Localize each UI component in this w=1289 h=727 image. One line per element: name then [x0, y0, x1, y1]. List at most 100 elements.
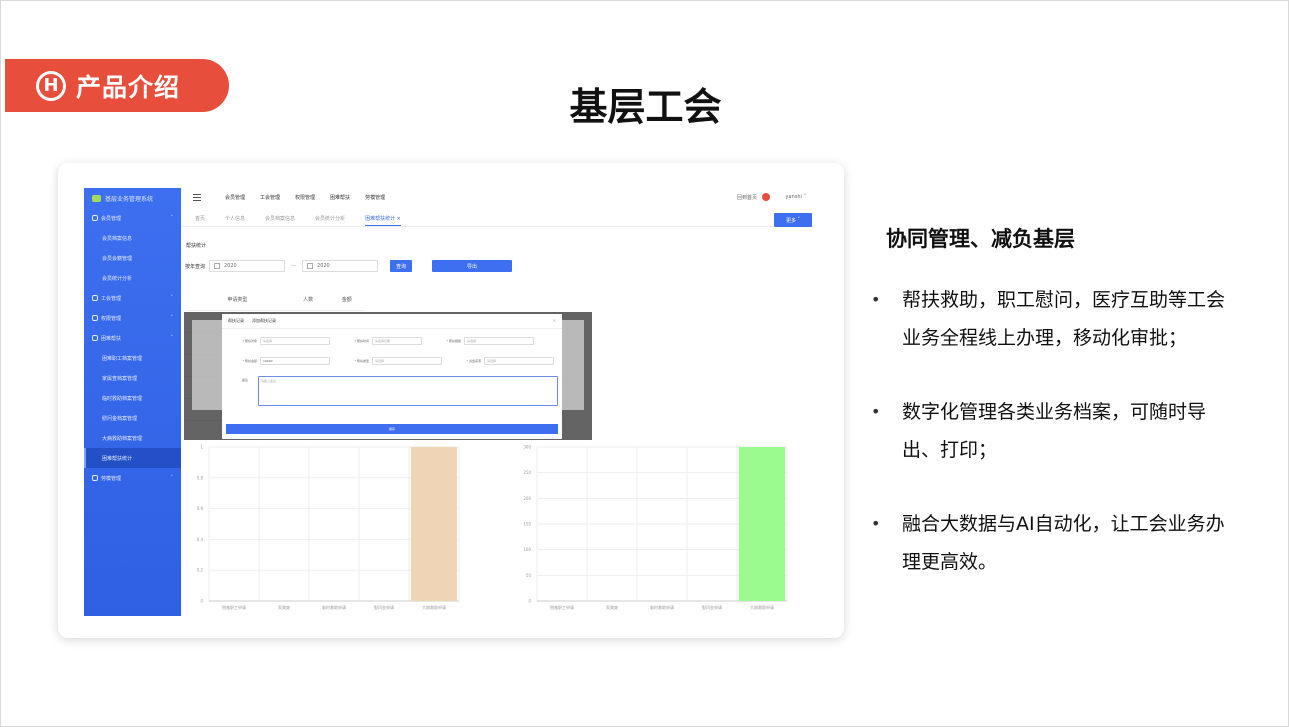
sidebar-menu: 会员管理 ˄ 会员档案信息 会员会籍管理 会员统计分析 工会管理 ˅ 权限管理 ˅ 困难帮扶 ˄ 困难…	[84, 208, 181, 488]
screenshot-card: 基层业务管理系统 会员管理 ˄ 会员档案信息 会员会籍管理 会员统计分析 工会管理 ˅ 权限管…	[58, 163, 844, 638]
sidebar-item[interactable]: 困难帮扶 ˄	[84, 328, 181, 348]
x-tick-label: 困难职工申请	[222, 604, 246, 610]
save-button[interactable]: 保存	[226, 424, 558, 434]
x-tick-label: 大病救助申请	[750, 604, 774, 610]
query-button[interactable]: 查询	[390, 260, 413, 272]
tab-member-stats[interactable]: 会员统计分析	[315, 215, 345, 222]
tab-member-archive[interactable]: 会员档案信息	[265, 215, 295, 222]
form-row: * 帮扶金额 10000 * 帮扶类型 请选择 * 资金来源 请选择	[222, 353, 562, 369]
assistance-target-select[interactable]: 请选择	[260, 337, 330, 345]
nav-model-worker[interactable]: 劳模管理	[365, 194, 385, 201]
y-tick-label: 1	[200, 445, 203, 450]
fund-source-select[interactable]: 请选择	[484, 357, 554, 365]
sidebar-item-label: 会员档案信息	[102, 235, 133, 242]
sidebar-item[interactable]: 权限管理 ˅	[84, 308, 181, 328]
y-tick-label: 300	[523, 445, 531, 450]
top-navbar: 会员管理 工会管理 权限管理 困难帮扶 劳模管理 回到首页 yanshi ˅	[181, 188, 814, 206]
modal-tab: 帮扶记录	[228, 318, 244, 323]
calendar-icon	[307, 263, 314, 269]
slide: H 产品介绍 基层工会 基层业务管理系统 会员管理 ˄ 会员档案信息 会员会籍管理 会员…	[0, 0, 1289, 727]
more-button[interactable]: 更多 ˅	[774, 213, 812, 227]
sidebar-item-label: 劳模管理	[101, 475, 122, 482]
sidebar-item-label: 困难职工档案管理	[102, 355, 143, 362]
sidebar-item[interactable]: 会员会籍管理	[84, 248, 181, 268]
menu-icon	[92, 335, 98, 341]
sidebar-item-label: 权限管理	[101, 315, 122, 322]
menu-toggle-icon[interactable]	[193, 193, 201, 201]
form-row: * 帮扶对象 请选择 * 帮扶时间 请选择日期 * 帮扶措施 请选择	[222, 333, 562, 349]
sidebar-item[interactable]: 会员统计分析	[84, 268, 181, 288]
calendar-icon	[214, 263, 221, 269]
home-link[interactable]: 回到首页	[737, 194, 757, 201]
layers-icon	[92, 194, 101, 202]
sidebar-item[interactable]: 临时救助档案管理	[84, 388, 181, 408]
tab-profile[interactable]: 个人信息	[225, 215, 245, 222]
assistance-type-select[interactable]: 请选择	[372, 357, 442, 365]
remark-textarea[interactable]: 请输入备注	[258, 376, 558, 406]
year-to-input[interactable]: 2020	[302, 260, 379, 272]
assistance-measure-select[interactable]: 请选择	[464, 337, 534, 345]
x-tick-label: 困难职工申请	[550, 604, 574, 610]
bar-chart-svg: 0 0.2 0.4 0.6 0.8 1 困难职工申请 家属查 临时救助申请 慰问金申请 大病救助申请	[197, 445, 460, 610]
sidebar-item[interactable]: 困难职工档案管理	[84, 348, 181, 368]
sidebar-item[interactable]: 家属查档案管理	[84, 368, 181, 388]
sidebar-item-label: 大病救助档案管理	[102, 435, 143, 442]
nav-assistance[interactable]: 困难帮扶	[330, 194, 350, 201]
close-icon[interactable]: ×	[553, 318, 556, 323]
brand-label: 基层业务管理系统	[105, 195, 154, 203]
remark-label: 备注	[242, 378, 249, 382]
filter-label: 按年查询	[185, 263, 206, 270]
table-header-row: 申请类型 人数 金额	[186, 289, 366, 311]
avatar[interactable]	[762, 193, 770, 201]
sidebar-item[interactable]: 工会管理 ˅	[84, 288, 181, 308]
close-icon[interactable]: ×	[397, 216, 401, 222]
user-menu[interactable]: yanshi ˅	[786, 194, 806, 200]
field-label: * 帮扶类型	[354, 359, 369, 363]
sidebar-item-label: 临时救助档案管理	[102, 395, 143, 402]
page-title: 基层工会	[569, 85, 722, 129]
column-header: 金额	[327, 289, 366, 311]
field-label: * 帮扶对象	[242, 339, 257, 343]
chevron-icon: ˄	[170, 215, 174, 221]
add-record-modal: 帮扶记录 添加帮扶记录 × * 帮扶对象 请选择 * 帮扶时间 请选择日期 * …	[222, 314, 562, 439]
x-tick-label: 慰问金申请	[702, 604, 722, 610]
count-bar-chart: 0 0.2 0.4 0.6 0.8 1 困难职工申请 家属查 临时救助申请 慰问金申请 大病救助申请	[181, 443, 481, 616]
sidebar-item-label: 会员管理	[101, 215, 122, 222]
nav-member[interactable]: 会员管理	[225, 194, 245, 201]
section-title: 帮扶统计	[186, 243, 207, 249]
tab-home[interactable]: 首页	[195, 215, 205, 222]
year-from-input[interactable]: 2020	[209, 260, 286, 272]
field-label: * 帮扶时间	[354, 339, 369, 343]
sidebar-item[interactable]: 劳模管理 ˅	[84, 468, 181, 488]
column-header: 人数	[288, 289, 328, 311]
feature-list: 帮扶救助，职工慰问，医疗互助等工会业务全程线上办理，移动化审批； 数字化管理各类…	[871, 281, 1231, 617]
chevron-down-icon: ˅	[797, 217, 801, 223]
x-tick-label: 慰问金申请	[374, 604, 394, 610]
more-label: 更多	[785, 217, 796, 224]
sidebar-item-label: 会员统计分析	[102, 275, 133, 282]
tab-assistance-stats[interactable]: 困难帮扶统计 ×	[365, 215, 401, 226]
chevron-icon: ˄	[170, 335, 174, 341]
nav-permission[interactable]: 权限管理	[295, 194, 315, 201]
sidebar-item[interactable]: 会员档案信息	[84, 228, 181, 248]
assistance-amount-input[interactable]: 10000	[260, 357, 330, 365]
year-filter: 按年查询 2020 — 2020 查询 导出	[185, 259, 513, 273]
x-tick-label: 临时救助申请	[322, 604, 346, 610]
export-button[interactable]: 导出	[432, 260, 513, 272]
sidebar-item[interactable]: 大病救助档案管理	[84, 428, 181, 448]
y-tick-label: 0.8	[197, 475, 204, 480]
x-tick-label: 临时救助申请	[650, 604, 674, 610]
assistance-date-picker[interactable]: 请选择日期	[372, 337, 422, 345]
x-tick-label: 家属查	[606, 604, 618, 610]
sidebar-item[interactable]: 慰问金档案管理	[84, 408, 181, 428]
sidebar-item-label: 慰问金档案管理	[102, 415, 138, 422]
sidebar-item-label: 困难帮扶统计	[102, 455, 133, 462]
sidebar-item[interactable]: 会员管理 ˄	[84, 208, 181, 228]
year-from-value: 2020	[224, 263, 237, 269]
nav-union[interactable]: 工会管理	[260, 194, 280, 201]
chevron-icon: ˅	[170, 475, 174, 481]
sidebar-item[interactable]: 困难帮扶统计	[84, 448, 181, 468]
bar	[739, 447, 785, 601]
bar	[411, 447, 457, 601]
sidebar-item-label: 会员会籍管理	[102, 255, 133, 262]
